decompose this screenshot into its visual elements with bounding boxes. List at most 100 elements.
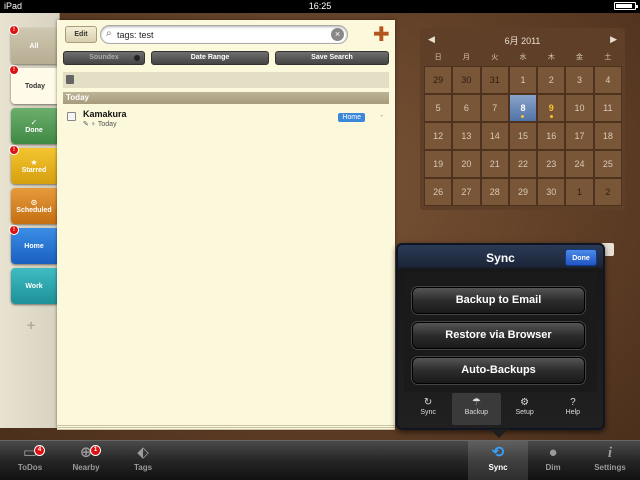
refresh-icon: ↻ bbox=[423, 397, 433, 408]
category-tab-done[interactable]: ✓ Done bbox=[11, 108, 57, 144]
calendar-day[interactable]: 25 bbox=[593, 150, 622, 178]
calendar-day[interactable]: 23 bbox=[537, 150, 566, 178]
calendar-day[interactable]: 14 bbox=[480, 122, 509, 150]
calendar-day[interactable]: 15 bbox=[508, 122, 538, 150]
calendar-day[interactable]: 29 bbox=[424, 66, 453, 94]
tab-sync[interactable]: ⟲ Sync bbox=[468, 441, 528, 480]
tab-settings[interactable]: i Settings bbox=[580, 441, 640, 480]
gear-icon: ⚙ bbox=[520, 397, 530, 408]
tab-nearby[interactable]: ⊕ 1 Nearby bbox=[56, 441, 116, 480]
date-range-button[interactable]: Date Range bbox=[151, 51, 269, 65]
calendar-day[interactable]: 3 bbox=[565, 66, 594, 94]
calendar-day[interactable]: 24 bbox=[565, 150, 594, 178]
calendar-day[interactable]: 20 bbox=[452, 150, 481, 178]
tab-dim[interactable]: ● Dim bbox=[523, 441, 583, 480]
calendar-day[interactable]: 1 bbox=[565, 178, 594, 206]
list-item[interactable]: Kamakura ✎ ♀ Today Home - bbox=[63, 108, 389, 130]
done-button[interactable]: Done bbox=[565, 249, 597, 266]
tab-label: Sync bbox=[420, 409, 436, 416]
tab-tags[interactable]: ⬖ Tags bbox=[113, 441, 173, 480]
checkmark-icon: ✓ bbox=[30, 118, 38, 127]
category-tab-all[interactable]: ! All bbox=[9, 25, 57, 64]
add-todo-button[interactable]: ✚ bbox=[373, 22, 390, 47]
category-tab-work[interactable]: Work bbox=[11, 268, 57, 304]
date-filter-row[interactable] bbox=[63, 72, 389, 88]
auto-backups-button[interactable]: Auto-Backups bbox=[412, 357, 585, 384]
tab-label: Help bbox=[565, 409, 581, 416]
calendar-day[interactable]: 17 bbox=[565, 122, 594, 150]
weekday-label: 金 bbox=[576, 54, 584, 61]
save-search-button[interactable]: Save Search bbox=[275, 51, 389, 65]
calendar-day[interactable]: 12 bbox=[424, 122, 453, 150]
calendar-day[interactable]: 13 bbox=[452, 122, 481, 150]
backup-to-email-button[interactable]: Backup to Email bbox=[412, 287, 585, 314]
category-tab-home[interactable]: ! Home bbox=[9, 225, 57, 264]
tab-label: Nearby bbox=[72, 463, 100, 472]
calendar-header: ◀ 6月 2011 ▶ bbox=[420, 34, 625, 48]
tab-label: Settings bbox=[594, 463, 626, 472]
todo-due: Today bbox=[97, 121, 117, 128]
clear-icon[interactable]: × bbox=[331, 28, 344, 41]
calendar-day[interactable]: 30 bbox=[452, 66, 481, 94]
star-icon: ★ bbox=[30, 158, 38, 167]
info-icon: i bbox=[607, 445, 613, 461]
calendar-grid: 29 30 31 1 2 3 4 5 6 7 8 9 10 11 12 13 1… bbox=[424, 66, 622, 206]
calendar-day[interactable]: 10 bbox=[565, 94, 594, 122]
popover-tab-backup[interactable]: ☂ Backup bbox=[452, 393, 501, 425]
calendar-day[interactable]: 22 bbox=[508, 150, 538, 178]
category-label: Scheduled bbox=[16, 207, 52, 214]
checkbox[interactable] bbox=[67, 112, 76, 121]
event-dot-icon bbox=[521, 115, 525, 118]
calendar-day[interactable]: 31 bbox=[480, 66, 509, 94]
add-category-icon[interactable]: + bbox=[27, 317, 35, 333]
calendar-day[interactable]: 18 bbox=[593, 122, 622, 150]
calendar-day[interactable]: 6 bbox=[452, 94, 481, 122]
alert-badge: ! bbox=[9, 25, 19, 35]
category-label: Starred bbox=[21, 167, 47, 174]
search-field[interactable]: ⌕ × bbox=[100, 25, 348, 44]
calendar-day[interactable]: 4 bbox=[593, 66, 622, 94]
popover-tab-sync[interactable]: ↻ Sync bbox=[404, 393, 452, 425]
category-tab-today[interactable]: ! Today bbox=[9, 65, 59, 104]
calendar-day[interactable]: 26 bbox=[424, 178, 453, 206]
next-month-icon[interactable]: ▶ bbox=[610, 34, 617, 45]
search-input[interactable] bbox=[117, 28, 317, 41]
category-label: Home bbox=[24, 242, 44, 250]
calendar-day[interactable]: 16 bbox=[537, 122, 566, 150]
calendar-day[interactable]: 28 bbox=[480, 178, 509, 206]
weekday-label: 土 bbox=[604, 54, 612, 61]
calendar-day[interactable]: 2 bbox=[593, 178, 622, 206]
soundex-button[interactable]: Soundex bbox=[63, 51, 145, 65]
calendar-day[interactable]: 11 bbox=[593, 94, 622, 122]
count-badge: 4 bbox=[34, 445, 45, 456]
category-label: All bbox=[29, 42, 39, 50]
paper-stack-edge bbox=[57, 424, 395, 430]
popover-tab-setup[interactable]: ⚙ Setup bbox=[501, 393, 549, 425]
edit-button[interactable]: Edit bbox=[65, 26, 97, 43]
weekday-label: 日 bbox=[434, 54, 442, 61]
calendar-day[interactable]: 27 bbox=[452, 178, 481, 206]
weekday-label: 水 bbox=[519, 54, 527, 61]
calendar-day[interactable]: 7 bbox=[480, 94, 509, 122]
tab-todos[interactable]: ▭ 4 ToDos bbox=[0, 441, 60, 480]
calendar-day[interactable]: 21 bbox=[480, 150, 509, 178]
category-tab-starred[interactable]: ! ★ Starred bbox=[9, 145, 57, 184]
calendar-day-today[interactable]: 8 bbox=[508, 94, 538, 122]
category-tab-scheduled[interactable]: ⊙ Scheduled bbox=[11, 188, 57, 224]
lightbulb-icon: ● bbox=[548, 444, 558, 461]
calendar-day[interactable]: 2 bbox=[537, 66, 566, 94]
tag-badge: Home bbox=[338, 113, 365, 122]
calendar-day[interactable]: 29 bbox=[508, 178, 538, 206]
calendar-day[interactable]: 5 bbox=[424, 94, 453, 122]
calendar-day-event[interactable]: 9 bbox=[537, 94, 566, 122]
calendar-day[interactable]: 1 bbox=[508, 66, 538, 94]
calendar-day[interactable]: 19 bbox=[424, 150, 453, 178]
bottom-tabbar: ▭ 4 ToDos ⊕ 1 Nearby ⬖ Tags ⟲ Sync ● Dim… bbox=[0, 440, 640, 480]
tab-label: ToDos bbox=[17, 463, 43, 472]
popover-tab-help[interactable]: ? Help bbox=[549, 393, 597, 425]
restore-via-browser-button[interactable]: Restore via Browser bbox=[412, 322, 585, 349]
calendar-panel: ◀ 6月 2011 ▶ 日 月 火 水 木 金 土 29 30 31 1 2 3… bbox=[420, 28, 625, 210]
tab-label: Sync bbox=[488, 463, 508, 472]
clock: 16:25 bbox=[308, 1, 332, 11]
calendar-day[interactable]: 30 bbox=[537, 178, 566, 206]
